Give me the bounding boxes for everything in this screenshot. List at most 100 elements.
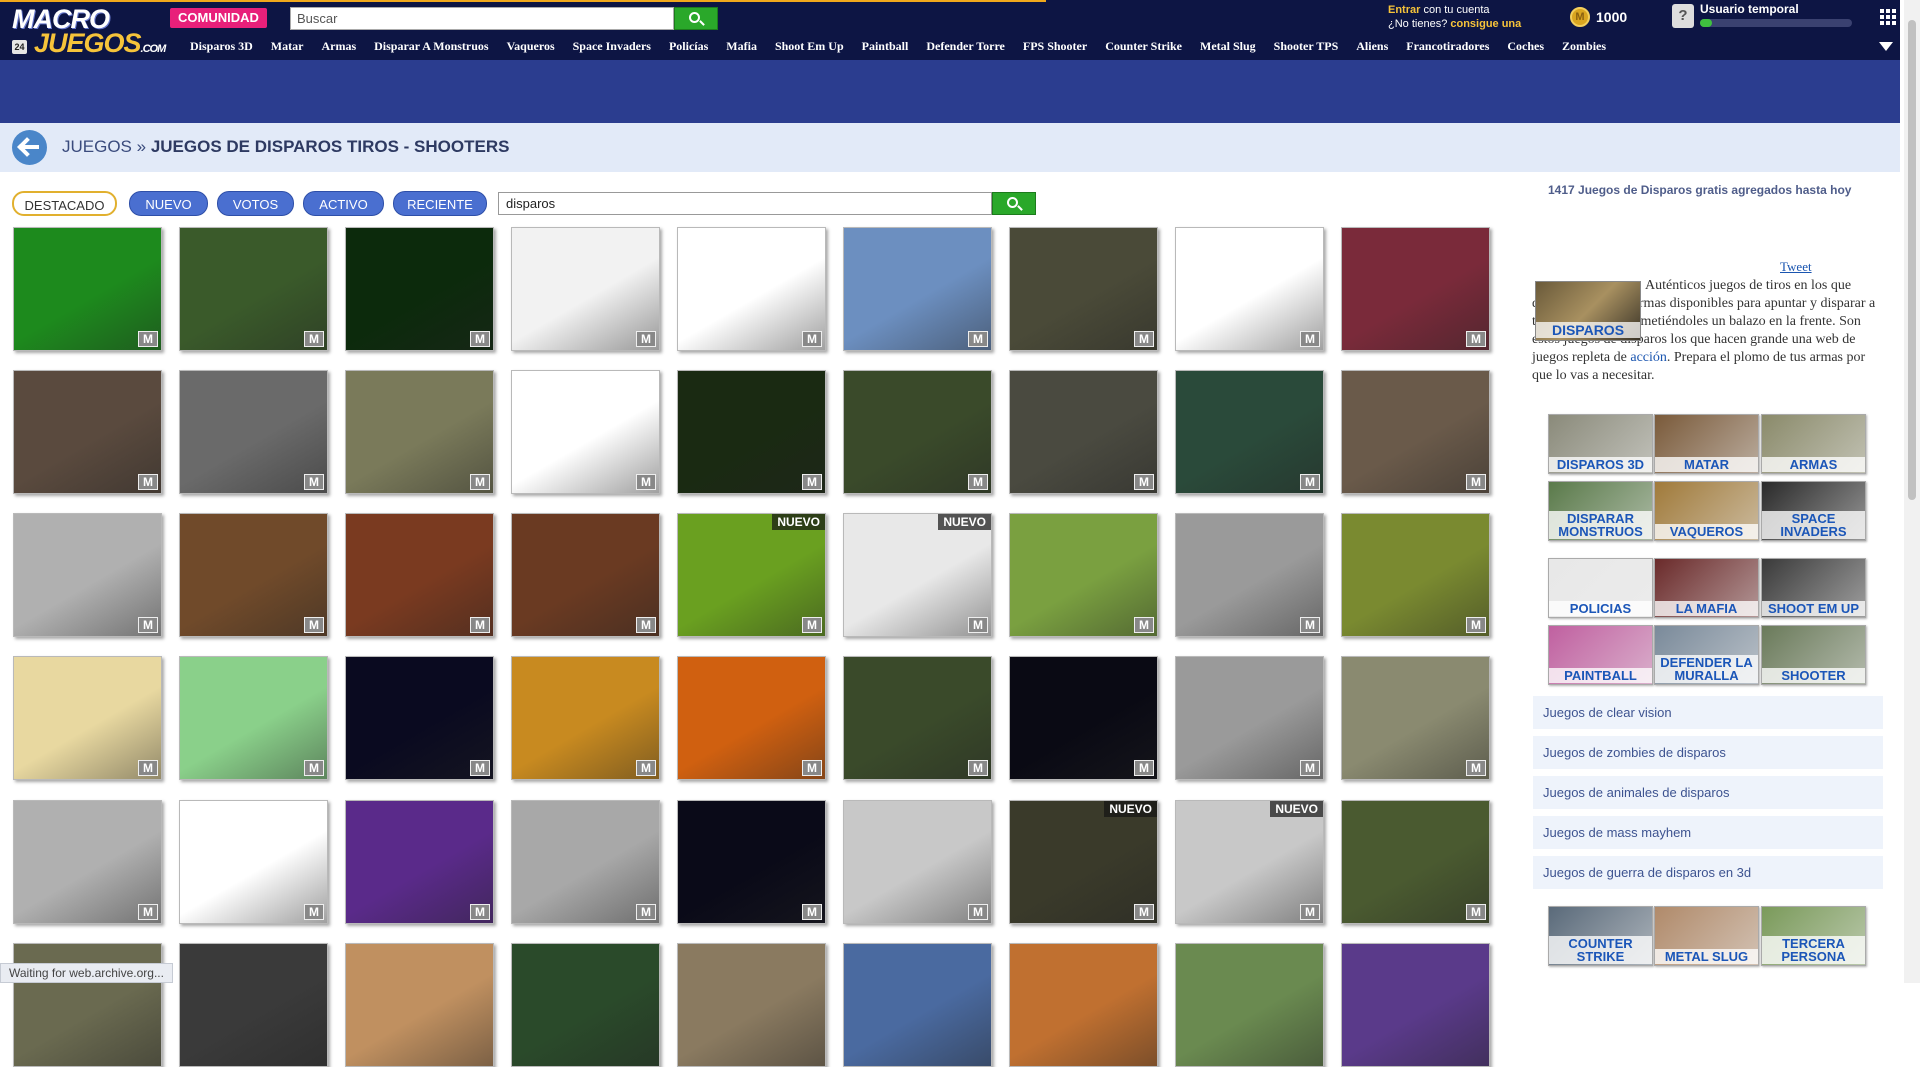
game-thumbnail[interactable]: M (677, 227, 826, 351)
game-thumbnail[interactable]: M (13, 513, 162, 637)
nav-item[interactable]: Matar (262, 33, 313, 60)
game-thumbnail[interactable] (1341, 943, 1490, 1067)
game-thumbnail[interactable] (1175, 943, 1324, 1067)
game-thumbnail[interactable]: M (511, 227, 660, 351)
game-thumbnail[interactable] (179, 943, 328, 1067)
game-thumbnail[interactable]: M (677, 656, 826, 780)
filter-search-input[interactable]: disparos (498, 192, 992, 215)
game-thumbnail[interactable]: M (179, 513, 328, 637)
tab-activo[interactable]: ACTIVO (303, 191, 384, 216)
game-thumbnail[interactable] (1009, 943, 1158, 1067)
nav-item[interactable]: Aliens (1347, 33, 1397, 60)
feature-category-image[interactable]: DISPAROS (1535, 281, 1641, 341)
nav-item[interactable]: Francotiradores (1397, 33, 1498, 60)
tab-reciente[interactable]: RECIENTE (393, 191, 487, 216)
related-link[interactable]: Juegos de mass mayhem (1533, 816, 1883, 849)
game-thumbnail[interactable]: M (1175, 656, 1324, 780)
game-thumbnail[interactable]: M (511, 370, 660, 494)
nav-item[interactable]: Policías (660, 33, 717, 60)
login-link[interactable]: Entrar (1388, 4, 1420, 16)
game-thumbnail[interactable]: M (1009, 656, 1158, 780)
game-thumbnail[interactable]: M (13, 370, 162, 494)
category-tile[interactable]: ARMAS (1761, 414, 1866, 474)
game-thumbnail[interactable]: M (179, 227, 328, 351)
game-thumbnail[interactable]: M (179, 656, 328, 780)
game-thumbnail[interactable]: M (1341, 513, 1490, 637)
game-thumbnail[interactable]: M (677, 370, 826, 494)
game-thumbnail[interactable]: M (13, 227, 162, 351)
nav-item[interactable]: Metal Slug (1191, 33, 1265, 60)
related-link[interactable]: Juegos de clear vision (1533, 696, 1883, 729)
nav-item[interactable]: Zombies (1553, 33, 1615, 60)
nav-item[interactable]: Shooter TPS (1265, 33, 1348, 60)
game-thumbnail[interactable] (345, 943, 494, 1067)
game-thumbnail[interactable]: M (1009, 370, 1158, 494)
category-tile[interactable]: DEFENDER LA MURALLA (1654, 625, 1759, 685)
game-thumbnail[interactable]: NUEVO M (1175, 800, 1324, 924)
tab-nuevo[interactable]: NUEVO (129, 191, 208, 216)
category-tile[interactable]: DISPARAR MONSTRUOS (1548, 481, 1653, 541)
game-thumbnail[interactable]: M (1341, 656, 1490, 780)
game-thumbnail[interactable] (511, 943, 660, 1067)
category-tile[interactable]: COUNTER STRIKE (1548, 906, 1653, 966)
category-tile[interactable]: TERCERA PERSONA (1761, 906, 1866, 966)
category-tile[interactable]: SPACE INVADERS (1761, 481, 1866, 541)
category-tile[interactable]: SHOOTER (1761, 625, 1866, 685)
chevron-down-icon[interactable] (1879, 42, 1893, 51)
apps-grid-icon[interactable] (1880, 9, 1896, 25)
game-thumbnail[interactable]: M (345, 800, 494, 924)
avatar[interactable]: ? (1672, 4, 1694, 28)
nav-item[interactable]: Space Invaders (564, 33, 660, 60)
game-thumbnail[interactable]: M (1341, 227, 1490, 351)
nav-item[interactable]: Coches (1498, 33, 1553, 60)
category-tile[interactable]: SHOOT EM UP (1761, 558, 1866, 618)
nav-item[interactable]: Mafia (717, 33, 766, 60)
scrollbar-thumb[interactable] (1908, 20, 1916, 500)
game-thumbnail[interactable] (843, 943, 992, 1067)
back-arrow-icon[interactable] (12, 130, 47, 165)
category-tile[interactable]: POLICIAS (1548, 558, 1653, 618)
game-thumbnail[interactable] (13, 943, 162, 1067)
related-link[interactable]: Juegos de animales de disparos (1533, 776, 1883, 809)
game-thumbnail[interactable]: M (843, 656, 992, 780)
nav-item[interactable]: Counter Strike (1096, 33, 1191, 60)
category-tile[interactable]: PAINTBALL (1548, 625, 1653, 685)
search-button[interactable] (674, 7, 718, 30)
nav-item[interactable]: Armas (312, 33, 365, 60)
game-thumbnail[interactable]: NUEVO M (1009, 800, 1158, 924)
nav-item[interactable]: Defender Torre (917, 33, 1014, 60)
breadcrumb-root[interactable]: JUEGOS (62, 137, 132, 156)
nav-item[interactable]: Disparos 3D (181, 33, 262, 60)
category-tile[interactable]: DISPAROS 3D (1548, 414, 1653, 474)
tweet-link[interactable]: Tweet (1780, 259, 1812, 275)
nav-item[interactable]: Paintball (853, 33, 918, 60)
nav-item[interactable]: Disparar A Monstruos (365, 33, 497, 60)
tab-votos[interactable]: VOTOS (217, 191, 294, 216)
scrollbar[interactable] (1904, 0, 1920, 983)
game-thumbnail[interactable]: NUEVO M (843, 513, 992, 637)
filter-search-button[interactable] (992, 192, 1036, 215)
game-thumbnail[interactable]: M (511, 513, 660, 637)
logo-bottom[interactable]: JUEGOS.COM (34, 28, 166, 59)
game-thumbnail[interactable]: M (843, 370, 992, 494)
nav-item[interactable]: Vaqueros (498, 33, 564, 60)
game-thumbnail[interactable]: M (345, 227, 494, 351)
game-thumbnail[interactable]: M (1341, 370, 1490, 494)
search-input[interactable]: Buscar (290, 7, 674, 30)
action-link[interactable]: acción (1630, 350, 1667, 365)
game-thumbnail[interactable]: M (345, 656, 494, 780)
game-thumbnail[interactable]: M (843, 227, 992, 351)
game-thumbnail[interactable]: M (345, 370, 494, 494)
related-link[interactable]: Juegos de zombies de disparos (1533, 736, 1883, 769)
game-thumbnail[interactable]: M (345, 513, 494, 637)
game-thumbnail[interactable]: M (13, 800, 162, 924)
game-thumbnail[interactable]: M (1009, 513, 1158, 637)
game-thumbnail[interactable]: M (179, 370, 328, 494)
game-thumbnail[interactable]: M (1009, 227, 1158, 351)
nav-item[interactable]: Shoot Em Up (766, 33, 853, 60)
username[interactable]: Usuario temporal (1700, 2, 1799, 16)
game-thumbnail[interactable]: M (13, 656, 162, 780)
category-tile[interactable]: VAQUEROS (1654, 481, 1759, 541)
category-tile[interactable]: LA MAFIA (1654, 558, 1759, 618)
game-thumbnail[interactable]: M (179, 800, 328, 924)
